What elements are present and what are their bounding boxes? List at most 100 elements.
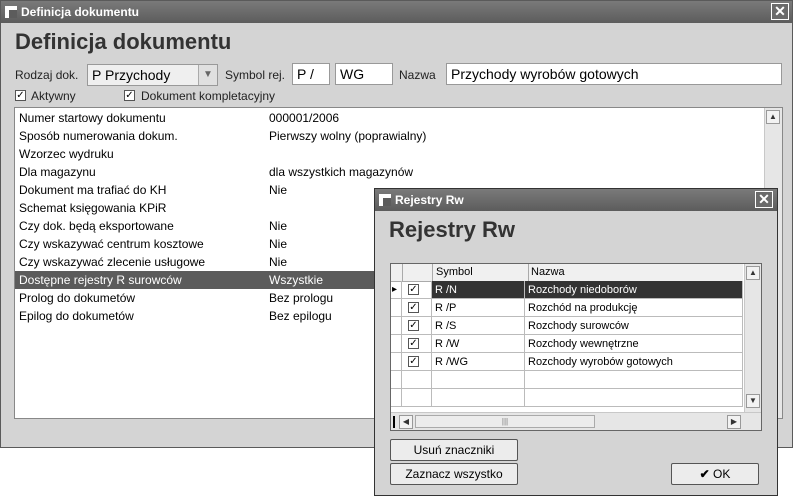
row-checkbox-cell [402, 371, 432, 389]
grid-vscrollbar[interactable]: ▲ ▼ [744, 264, 761, 412]
clear-marks-button[interactable]: Usuń znaczniki [390, 439, 518, 461]
ok-label: OK [713, 467, 731, 481]
row-name [525, 371, 743, 389]
scroll-up-icon[interactable]: ▲ [766, 110, 780, 124]
ok-button[interactable]: ✔ OK [671, 463, 759, 485]
main-titlebar: Definicja dokumentu [1, 1, 792, 23]
aktywny-checkbox[interactable]: ✓ [15, 90, 26, 101]
row-checkbox[interactable]: ✓ [408, 302, 419, 313]
property-key: Numer startowy dokumentu [19, 111, 166, 125]
property-value: Nie [269, 183, 288, 197]
row-indicator [391, 371, 402, 389]
property-key: Epilog do dokumetów [19, 309, 134, 323]
grid-hscroll-thumb[interactable]: ||| [415, 415, 595, 428]
row-checkbox-cell: ✓ [402, 353, 432, 371]
kompletacyjny-checkbox[interactable]: ✓ [124, 90, 135, 101]
chevron-down-icon[interactable]: ▼ [198, 65, 217, 85]
row-checkbox[interactable]: ✓ [408, 320, 419, 331]
row-checkbox[interactable]: ✓ [408, 338, 419, 349]
column-header-nazwa[interactable]: Nazwa [528, 264, 565, 281]
property-key: Wzorzec wydruku [19, 147, 114, 161]
row-indicator [391, 299, 402, 317]
dialog-close-button[interactable]: ✕ [755, 191, 773, 208]
property-key: Czy dok. będą eksportowane [19, 219, 174, 233]
nazwa-label: Nazwa [399, 68, 436, 82]
dialog-titlebar: Rejestry Rw [375, 189, 777, 211]
grid-scroll-up-icon[interactable]: ▲ [746, 266, 760, 280]
grid-row[interactable] [391, 371, 743, 389]
grid-hscroll-marker [393, 416, 395, 428]
nazwa-field[interactable]: Przychody wyrobów gotowych [446, 63, 782, 85]
select-all-button[interactable]: Zaznacz wszystko [390, 463, 518, 485]
row-checkbox[interactable]: ✓ [408, 356, 419, 367]
row-symbol [432, 371, 525, 389]
property-key: Schemat księgowania KPiR [19, 201, 167, 215]
property-key: Dostępne rejestry R surowców [19, 273, 182, 287]
property-value: 000001/2006 [269, 111, 340, 125]
property-value: Nie [269, 237, 288, 251]
column-header-symbol[interactable]: Symbol [436, 264, 473, 281]
row-name: Rozchody niedoborów [525, 281, 743, 299]
grid-row[interactable]: ✓ R /P Rozchód na produkcję [391, 299, 743, 317]
row-checkbox-cell: ✓ [402, 299, 432, 317]
header-check [402, 264, 433, 281]
grid-row[interactable]: ✓ R /WG Rozchody wyrobów gotowych [391, 353, 743, 371]
row-symbol: R /P [432, 299, 525, 317]
property-row[interactable]: Numer startowy dokumentu 000001/2006 [15, 109, 764, 127]
row-name: Rozchody wewnętrzne [525, 335, 743, 353]
property-key: Czy wskazywać zlecenie usługowe [19, 255, 206, 269]
property-value: Nie [269, 219, 288, 233]
property-key: Czy wskazywać centrum kosztowe [19, 237, 204, 251]
dialog-heading: Rejestry Rw [389, 217, 515, 242]
property-key: Dla magazynu [19, 165, 96, 179]
main-window-title: Definicja dokumentu [21, 5, 140, 19]
row-indicator: ▸ [391, 281, 402, 299]
property-row[interactable]: Wzorzec wydruku [15, 145, 764, 163]
row-indicator [391, 335, 402, 353]
row-indicator [391, 317, 402, 335]
property-row[interactable]: Dla magazynu dla wszystkich magazynów [15, 163, 764, 181]
symbol-field[interactable]: WG [335, 63, 393, 85]
row-symbol: R /S [432, 317, 525, 335]
rodzaj-select[interactable]: P Przychody ▼ [87, 64, 218, 86]
property-value: Bez epilogu [269, 309, 332, 323]
grid-row[interactable]: ✓ R /S Rozchody surowców [391, 317, 743, 335]
row-checkbox-cell [402, 389, 432, 407]
main-close-button[interactable]: ✕ [771, 3, 789, 20]
grid-scroll-right-icon[interactable]: ▶ [727, 415, 741, 429]
property-key: Sposób numerowania dokum. [19, 129, 178, 143]
symbol-prefix-field: P / [292, 63, 330, 85]
grid-row[interactable]: ✓ R /W Rozchody wewnętrzne [391, 335, 743, 353]
rejestry-dialog: Rejestry Rw ✕ Rejestry Rw Symbol Nazwa ▸… [374, 188, 778, 496]
property-key: Dokument ma trafiać do KH [19, 183, 167, 197]
grid-scroll-down-icon[interactable]: ▼ [746, 394, 760, 408]
grid-row[interactable]: ▸ ✓ R /N Rozchody niedoborów [391, 281, 743, 299]
property-key: Prolog do dokumetów [19, 291, 136, 305]
row-checkbox[interactable]: ✓ [408, 284, 419, 295]
row-indicator [391, 353, 402, 371]
kompletacyjny-label: Dokument kompletacyjny [141, 89, 276, 103]
row-symbol: R /N [432, 281, 525, 299]
row-checkbox-cell: ✓ [402, 281, 432, 299]
row-symbol: R /WG [432, 353, 525, 371]
app-icon [5, 6, 17, 18]
row-name: Rozchód na produkcję [525, 299, 743, 317]
property-value: Bez prologu [269, 291, 334, 305]
property-value: Nie [269, 255, 288, 269]
row-checkbox-cell: ✓ [402, 335, 432, 353]
property-value: Wszystkie [269, 273, 323, 287]
grid-row[interactable] [391, 389, 743, 407]
rodzaj-value: P Przychody [92, 67, 171, 83]
row-indicator [391, 389, 402, 407]
row-symbol: R /W [432, 335, 525, 353]
property-row[interactable]: Sposób numerowania dokum. Pierwszy wolny … [15, 127, 764, 145]
grid-header: Symbol Nazwa [391, 264, 743, 282]
grid-hscrollbar[interactable]: ◀ ||| ▶ [391, 412, 761, 430]
page-title: Definicja dokumentu [15, 29, 232, 54]
row-name [525, 389, 743, 407]
row-symbol [432, 389, 525, 407]
registers-grid[interactable]: Symbol Nazwa ▸ ✓ R /N Rozchody niedoborów ✓ R… [390, 263, 762, 431]
property-value: dla wszystkich magazynów [269, 165, 414, 179]
property-value: Pierwszy wolny (poprawialny) [269, 129, 427, 143]
grid-scroll-left-icon[interactable]: ◀ [399, 415, 413, 429]
